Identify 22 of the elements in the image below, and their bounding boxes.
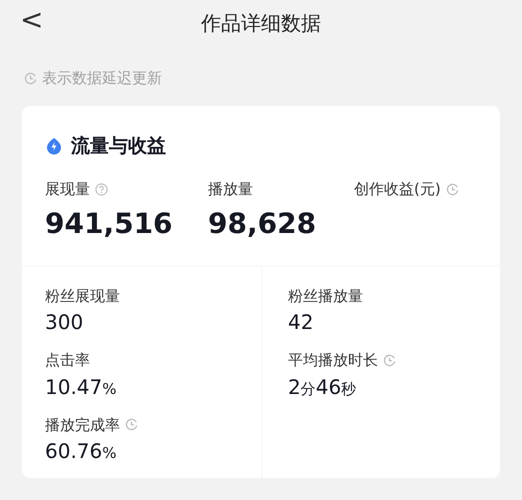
stat-label: 播放量 <box>208 179 253 200</box>
stat-label: 平均播放时长 <box>288 350 378 371</box>
lightning-icon <box>45 136 63 155</box>
stat-value: 300 <box>45 309 84 336</box>
stat-label: 粉丝播放量 <box>288 286 363 306</box>
section-title: 流量与收益 <box>71 134 166 158</box>
stat-label: 创作收益(元) <box>354 179 441 200</box>
page-title: 作品详细数据 <box>201 11 321 35</box>
stat-label: 播放完成率 <box>45 414 120 436</box>
stat-label: 展现量 <box>45 179 90 200</box>
stat-value: 98,628 <box>208 206 318 242</box>
stat-value: 2分46秒 <box>288 374 358 400</box>
stat-label: 粉丝展现量 <box>45 286 120 306</box>
stat-value: 42 <box>288 309 314 336</box>
stat-value: 941,516 <box>45 206 174 242</box>
delay-note: 表示数据延迟更新 <box>42 68 162 89</box>
help-icon[interactable] <box>95 182 108 196</box>
clock-icon <box>24 72 37 85</box>
stat-value: 10.47% <box>45 374 118 400</box>
stat-value: 60.76% <box>45 438 118 465</box>
stat-label: 点击率 <box>45 350 90 371</box>
back-button[interactable]: < <box>16 6 48 34</box>
